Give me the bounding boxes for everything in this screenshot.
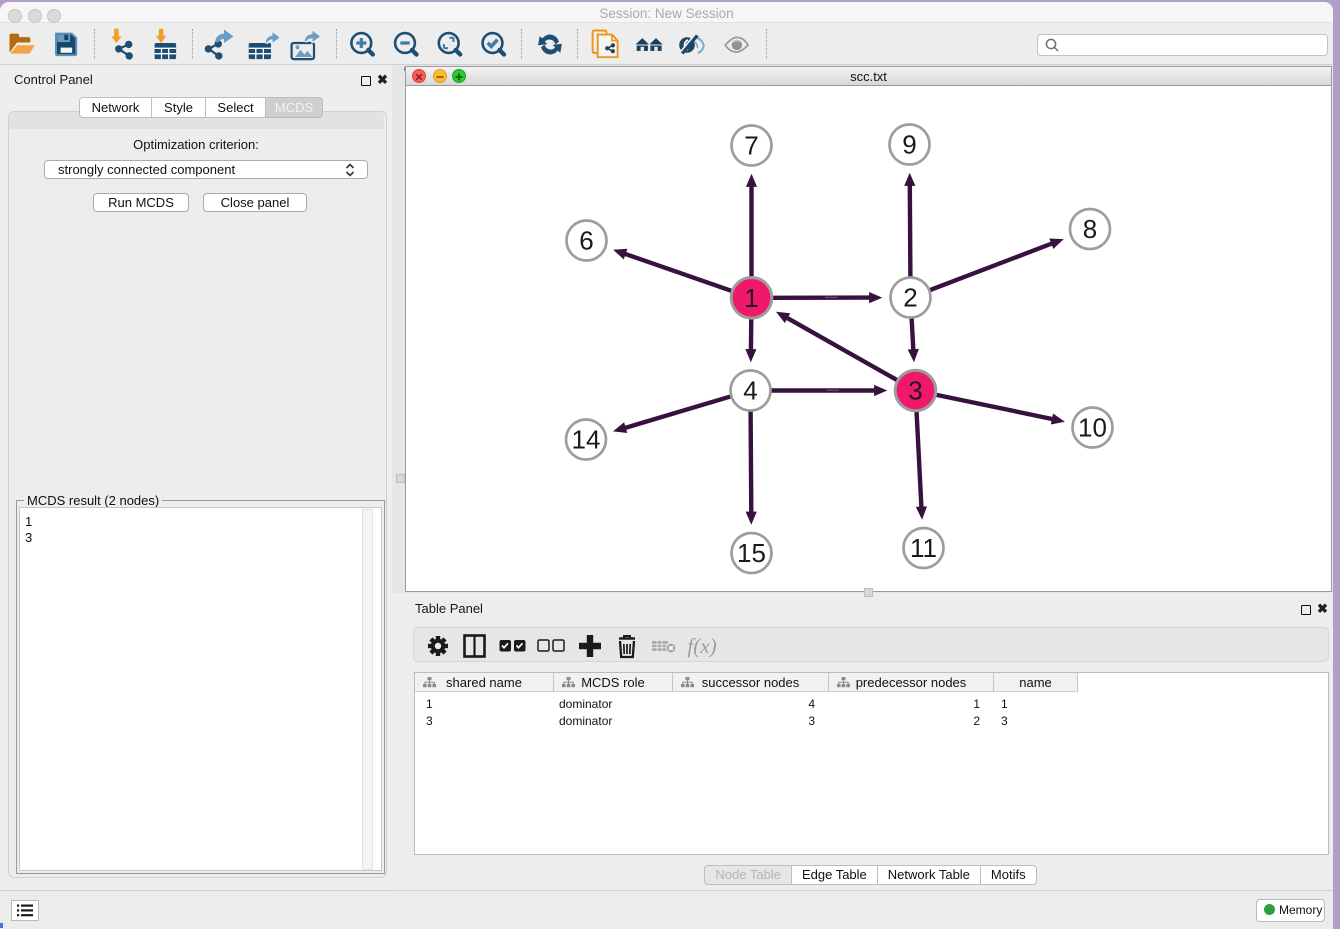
svg-text:3: 3: [908, 375, 922, 405]
svg-text:6: 6: [579, 225, 593, 255]
svg-text:f(x): f(x): [687, 634, 716, 658]
svg-text:9: 9: [902, 129, 916, 159]
svg-text:7: 7: [744, 130, 758, 160]
svg-text:15: 15: [737, 538, 766, 568]
svg-text:8: 8: [1082, 214, 1096, 244]
svg-text:10: 10: [1078, 412, 1107, 442]
svg-text:2: 2: [903, 282, 917, 312]
svg-text:11: 11: [910, 533, 937, 563]
svg-text:14: 14: [571, 424, 600, 454]
svg-text:4: 4: [743, 375, 757, 405]
svg-text:1: 1: [744, 282, 758, 312]
